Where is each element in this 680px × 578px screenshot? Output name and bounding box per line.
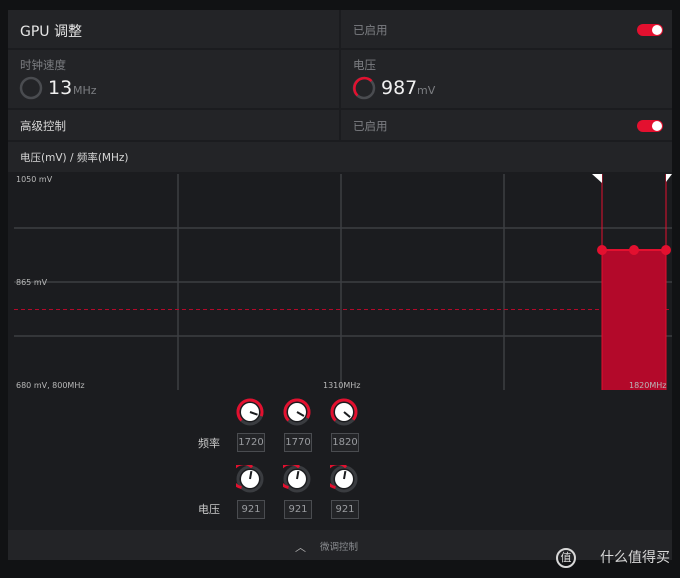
chevron-up-icon: ︿ bbox=[295, 541, 306, 554]
advanced-label-cell: 高级控制 bbox=[8, 110, 339, 140]
frequency-dial-1[interactable] bbox=[236, 398, 264, 430]
voltage-cell: 电压 987 mV bbox=[341, 50, 672, 108]
advanced-control-row: 高级控制 已启用 bbox=[8, 110, 672, 140]
clock-gauge-icon bbox=[19, 76, 43, 100]
voltage-unit: mV bbox=[417, 84, 436, 97]
chart-title: 电压(mV) / 频率(MHz) bbox=[20, 152, 129, 164]
voltage-row-label: 电压 bbox=[198, 503, 220, 516]
vf-curve-chart[interactable]: 1050 mV 865 mV 680 mV, 800MHz 1310MHz 18… bbox=[14, 174, 672, 402]
voltage-label: 电压 bbox=[353, 58, 376, 72]
voltage-input-3[interactable]: 921 bbox=[331, 500, 359, 519]
toggle-knob bbox=[652, 25, 662, 35]
frequency-input-2[interactable]: 1770 bbox=[284, 433, 312, 452]
chart-section-header: 电压(mV) / 频率(MHz) bbox=[8, 142, 672, 172]
frequency-input-3[interactable]: 1820 bbox=[331, 433, 359, 452]
toggle-knob bbox=[652, 121, 662, 131]
voltage-value: 987 bbox=[381, 77, 418, 99]
chart-grid bbox=[14, 174, 672, 390]
gpu-tuning-status: 已启用 bbox=[353, 23, 388, 37]
voltage-dial-2[interactable] bbox=[277, 462, 311, 497]
gpu-tuning-panel: GPU 调整 已启用 时钟速度 13 MHz 电压 987 mV 高级控制 已启… bbox=[8, 10, 672, 560]
page-title: GPU 调整 bbox=[20, 24, 82, 40]
advanced-control-label: 高级控制 bbox=[20, 119, 66, 133]
dial-icon bbox=[283, 398, 311, 426]
clock-speed-label: 时钟速度 bbox=[20, 58, 66, 72]
frequency-dial-3[interactable] bbox=[330, 398, 358, 430]
y-tick-label-mid: 865 mV bbox=[16, 278, 48, 287]
watermark-logo-icon: 值 bbox=[556, 548, 576, 568]
chart-title-cell: 电压(mV) / 频率(MHz) bbox=[8, 142, 672, 172]
dial-icon bbox=[324, 462, 358, 493]
range-marker-right bbox=[666, 174, 672, 182]
frequency-row-label: 频率 bbox=[198, 437, 220, 450]
header-row: GPU 调整 已启用 bbox=[8, 10, 672, 48]
advanced-control-status: 已启用 bbox=[353, 119, 388, 133]
range-marker-left bbox=[592, 174, 602, 183]
frequency-dial-2[interactable] bbox=[283, 398, 311, 430]
clock-speed-unit: MHz bbox=[73, 84, 97, 97]
voltage-gauge-icon bbox=[352, 76, 376, 100]
header-status-cell: 已启用 bbox=[341, 10, 672, 48]
fine-tune-label: 微调控制 bbox=[320, 542, 359, 553]
dial-icon bbox=[330, 398, 358, 426]
vf-point-3 bbox=[661, 245, 671, 255]
vf-curve-svg bbox=[14, 174, 672, 390]
voltage-dial-3[interactable] bbox=[324, 462, 358, 497]
vf-point-1 bbox=[597, 245, 607, 255]
clock-speed-value: 13 bbox=[48, 77, 73, 99]
x-tick-label-max: 1820MHz bbox=[629, 381, 667, 390]
advanced-control-toggle[interactable] bbox=[637, 120, 663, 132]
x-tick-label-mid: 1310MHz bbox=[323, 381, 361, 390]
frequency-input-1[interactable]: 1720 bbox=[237, 433, 265, 452]
dial-icon bbox=[230, 462, 264, 493]
x-tick-label-min: 680 mV, 800MHz bbox=[16, 381, 85, 390]
dial-icon bbox=[236, 398, 264, 426]
voltage-dial-1[interactable] bbox=[230, 462, 264, 497]
voltage-input-2[interactable]: 921 bbox=[284, 500, 312, 519]
y-tick-label-top: 1050 mV bbox=[16, 175, 53, 184]
metrics-row: 时钟速度 13 MHz 电压 987 mV bbox=[8, 50, 672, 108]
header-title-cell: GPU 调整 bbox=[8, 10, 339, 48]
advanced-status-cell: 已启用 bbox=[341, 110, 672, 140]
watermark-text: 什么值得买 bbox=[600, 550, 670, 566]
dial-icon bbox=[277, 462, 311, 493]
gpu-tuning-toggle[interactable] bbox=[637, 24, 663, 36]
vf-curve-area bbox=[602, 250, 666, 390]
vf-point-2 bbox=[629, 245, 639, 255]
clock-speed-cell: 时钟速度 13 MHz bbox=[8, 50, 339, 108]
voltage-input-1[interactable]: 921 bbox=[237, 500, 265, 519]
